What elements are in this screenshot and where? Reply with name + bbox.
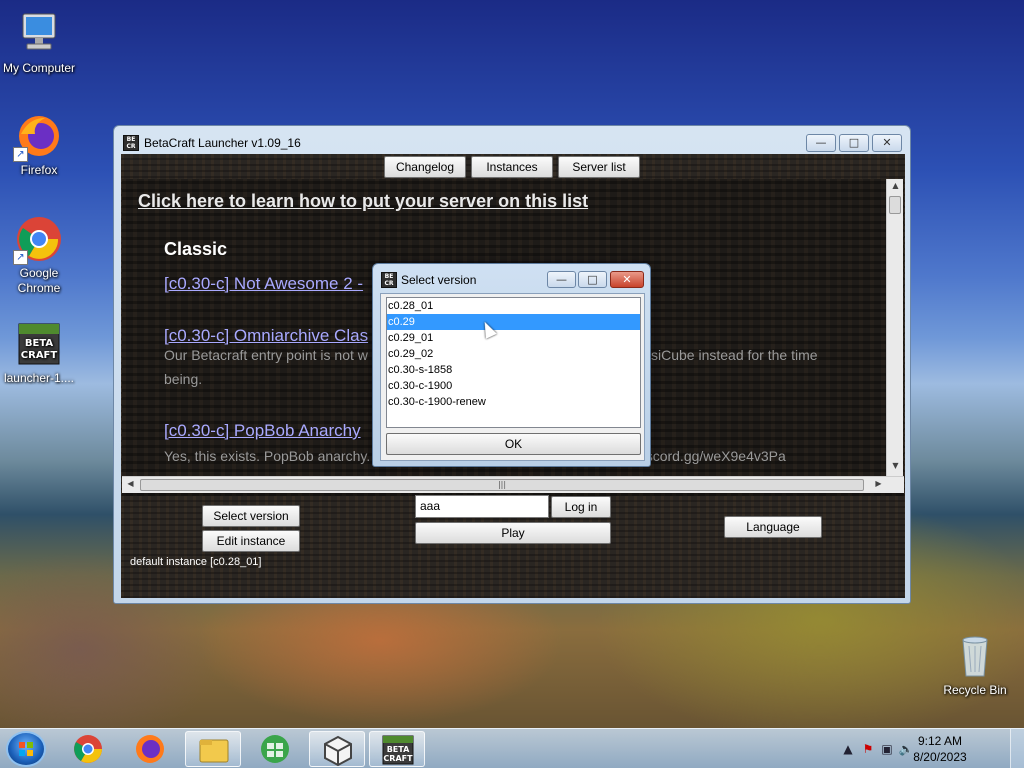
server-link[interactable]: [c0.30-c] PopBob Anarchy bbox=[164, 421, 361, 441]
taskbar-clock[interactable]: 9:12 AM 8/20/2023 bbox=[904, 733, 976, 765]
clock-time: 9:12 AM bbox=[917, 734, 963, 748]
desktop-icon-launcher[interactable]: BETA CRAFT launcher-1.... bbox=[0, 320, 81, 386]
betacraft-logo-icon: BETA CRAFT bbox=[15, 320, 63, 368]
chrome-icon bbox=[74, 735, 102, 763]
taskbar-media-center[interactable] bbox=[247, 731, 303, 767]
desktop-icon-firefox[interactable]: ↗ Firefox bbox=[0, 112, 81, 178]
taskbar: BETA CRAFT ▲ ⚑ ▣ 🔈 9:12 AM 8/20/2023 bbox=[0, 728, 1024, 768]
firefox-icon bbox=[136, 735, 164, 763]
maximize-button[interactable]: □ bbox=[578, 271, 607, 288]
recycle-bin-icon bbox=[951, 632, 999, 680]
ok-button[interactable]: OK bbox=[386, 433, 641, 455]
shortcut-arrow-icon: ↗ bbox=[13, 250, 28, 265]
login-button[interactable]: Log in bbox=[551, 496, 611, 518]
desktop-icon-label: Recycle Bin bbox=[943, 683, 1007, 697]
chrome-icon: ↗ bbox=[13, 215, 63, 265]
dialog-title: Select version bbox=[401, 273, 477, 287]
betacraft-window-icon: BE CR bbox=[381, 272, 397, 288]
server-info-link[interactable]: Click here to learn how to put your serv… bbox=[138, 191, 588, 212]
scroll-left-icon[interactable]: ◀ bbox=[122, 479, 139, 488]
close-button[interactable]: ✕ bbox=[872, 134, 902, 152]
username-input[interactable]: aaa bbox=[415, 495, 549, 518]
version-item[interactable]: c0.28_01 bbox=[387, 298, 640, 314]
clock-date: 8/20/2023 bbox=[913, 750, 967, 764]
firefox-icon: ↗ bbox=[13, 112, 63, 162]
minimize-button[interactable]: — bbox=[806, 134, 836, 152]
action-center-icon[interactable]: ⚑ bbox=[860, 741, 876, 757]
scroll-thumb[interactable]: ||| bbox=[140, 479, 864, 491]
svg-text:BETA: BETA bbox=[25, 338, 53, 349]
windows-media-icon bbox=[261, 735, 289, 763]
dialog-body: c0.28_01 c0.29 c0.29_01 c0.29_02 c0.30-s… bbox=[380, 293, 645, 461]
cube-icon bbox=[324, 735, 352, 767]
desktop-icon-label: My Computer bbox=[2, 61, 76, 75]
select-version-dialog: BE CR Select version — □ ✕ c0.28_01 c0.29… bbox=[372, 263, 651, 467]
tab-server-list[interactable]: Server list bbox=[558, 156, 640, 178]
taskbar-explorer[interactable] bbox=[185, 731, 241, 767]
scroll-thumb[interactable] bbox=[889, 196, 901, 214]
section-heading: Classic bbox=[164, 239, 228, 259]
start-button[interactable] bbox=[6, 731, 46, 767]
version-item[interactable]: c0.30-c-1900-renew bbox=[387, 394, 640, 410]
taskbar-cube-app[interactable] bbox=[309, 731, 365, 767]
minimize-button[interactable]: — bbox=[547, 271, 576, 288]
version-item-selected[interactable]: c0.29 bbox=[387, 314, 640, 330]
svg-text:BETA: BETA bbox=[387, 745, 410, 754]
scroll-up-icon[interactable]: ▲ bbox=[887, 181, 904, 190]
server-link[interactable]: [c0.30-c] Not Awesome 2 - bbox=[164, 274, 363, 294]
taskbar-chrome[interactable] bbox=[60, 731, 116, 767]
tab-changelog[interactable]: Changelog bbox=[384, 156, 466, 178]
maximize-button[interactable]: □ bbox=[839, 134, 869, 152]
version-item[interactable]: c0.30-c-1900 bbox=[387, 378, 640, 394]
svg-text:CRAFT: CRAFT bbox=[21, 350, 58, 361]
folder-icon bbox=[199, 739, 229, 763]
windows-logo-icon bbox=[19, 742, 33, 756]
language-button[interactable]: Language bbox=[724, 516, 822, 538]
betacraft-logo-icon: BETA CRAFT bbox=[382, 735, 414, 765]
desktop-icon-label: Google Chrome bbox=[17, 266, 61, 295]
scroll-right-icon[interactable]: ▶ bbox=[870, 479, 887, 488]
server-description: ssiCube instead for the time bbox=[644, 347, 818, 363]
edit-instance-button[interactable]: Edit instance bbox=[202, 530, 300, 552]
version-item[interactable]: c0.30-s-1858 bbox=[387, 362, 640, 378]
launcher-bottom-bar: Select version Edit instance default ins… bbox=[122, 495, 904, 597]
vertical-scrollbar[interactable]: ▲ ▼ bbox=[886, 179, 903, 476]
instance-label: default instance [c0.28_01] bbox=[130, 556, 262, 568]
server-description: Our Betacraft entry point is not w bbox=[164, 347, 368, 363]
server-description: being. bbox=[164, 371, 203, 387]
desktop-icon-label: launcher-1.... bbox=[3, 371, 75, 385]
version-listbox[interactable]: c0.28_01 c0.29 c0.29_01 c0.29_02 c0.30-s… bbox=[386, 297, 641, 428]
shortcut-arrow-icon: ↗ bbox=[13, 147, 28, 162]
tab-instances[interactable]: Instances bbox=[471, 156, 553, 178]
svg-text:CRAFT: CRAFT bbox=[383, 754, 413, 763]
scroll-down-icon[interactable]: ▼ bbox=[887, 461, 904, 470]
select-version-button[interactable]: Select version bbox=[202, 505, 300, 527]
computer-icon bbox=[15, 10, 63, 58]
play-button[interactable]: Play bbox=[415, 522, 611, 544]
taskbar-betacraft[interactable]: BETA CRAFT bbox=[369, 731, 425, 767]
horizontal-scrollbar[interactable]: ◀ ||| ▶ bbox=[122, 476, 904, 493]
show-hidden-icons-icon[interactable]: ▲ bbox=[840, 741, 856, 757]
desktop-icon-label: Firefox bbox=[20, 163, 58, 177]
desktop-icon-my-computer[interactable]: My Computer bbox=[0, 10, 81, 76]
desktop-icon-recycle-bin[interactable]: Recycle Bin bbox=[933, 632, 1017, 698]
network-icon[interactable]: ▣ bbox=[879, 741, 895, 757]
show-desktop-button[interactable] bbox=[1010, 729, 1024, 768]
desktop-icon-chrome[interactable]: ↗ Google Chrome bbox=[0, 215, 81, 296]
taskbar-firefox[interactable] bbox=[122, 731, 178, 767]
close-button[interactable]: ✕ bbox=[610, 271, 644, 288]
version-item[interactable]: c0.29_01 bbox=[387, 330, 640, 346]
version-item[interactable]: c0.29_02 bbox=[387, 346, 640, 362]
betacraft-window-icon: BE CR bbox=[123, 135, 139, 151]
system-tray: ▲ ⚑ ▣ 🔈 9:12 AM 8/20/2023 bbox=[834, 729, 1024, 768]
window-title: BetaCraft Launcher v1.09_16 bbox=[144, 136, 301, 150]
